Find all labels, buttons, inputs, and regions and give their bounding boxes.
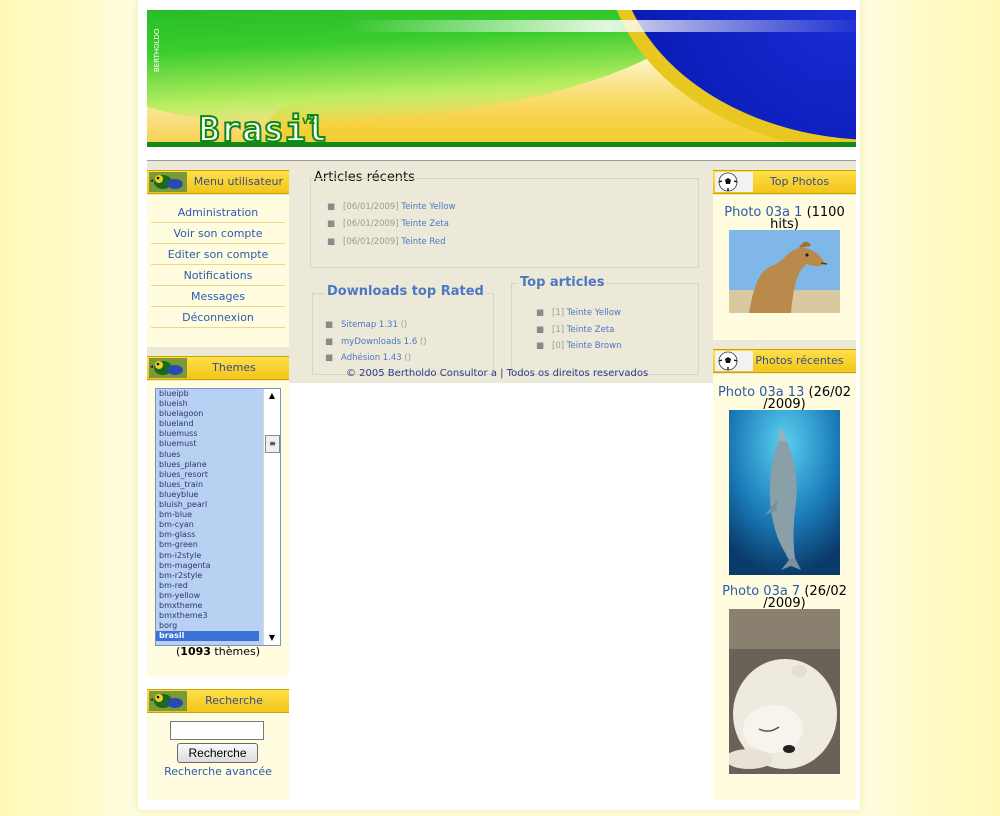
themes-select[interactable]: blueipb blueish bluelagoon blueland bluemuss… (155, 388, 281, 646)
list-item: ■ [0] Teinte Brown (536, 341, 622, 351)
themes-scrollbar[interactable]: ▲ ≡ ▼ (263, 389, 280, 645)
theme-option[interactable]: blues_train (156, 480, 259, 490)
search-button[interactable]: Recherche (177, 743, 258, 763)
menu-item-administration[interactable]: Administration (151, 203, 285, 223)
polar-bear-photo[interactable] (725, 609, 840, 774)
photo-caption: Photo 03a 1 (1100 hits) (724, 205, 845, 232)
advanced-search-link[interactable]: Recherche avancée (147, 765, 289, 778)
scroll-down-icon[interactable]: ▼ (264, 631, 280, 645)
themes-options: blueipb blueish bluelagoon blueland bluemuss… (156, 389, 280, 642)
theme-option[interactable]: bluelagoon (156, 409, 259, 419)
theme-option[interactable]: bmxtheme (156, 601, 259, 611)
parrot-icon (149, 358, 187, 378)
article-link[interactable]: Teinte Zeta (567, 325, 615, 335)
themes-title: Themes (212, 361, 256, 374)
list-item: ■ Adhésion 1.43 () (325, 353, 412, 363)
theme-option[interactable]: bm-green (156, 540, 259, 550)
theme-option[interactable]: bluish_pearl (156, 500, 259, 510)
list-item: ■ [06/01/2009] Teinte Red (327, 237, 446, 247)
parrot-icon (149, 691, 187, 711)
list-item: ■ [06/01/2009] Teinte Yellow (327, 202, 456, 212)
recent-photos-title: Photos récentes (755, 354, 844, 367)
article-link[interactable]: Teinte Red (401, 237, 445, 247)
dolphin-photo[interactable] (729, 410, 840, 575)
list-item: ■ Sitemap 1.31 () (325, 320, 408, 330)
download-link[interactable]: myDownloads 1.6 (341, 337, 417, 347)
parrot-icon (149, 172, 187, 192)
photo-caption: Photo 03a 13 (26/02/2009) (717, 385, 852, 412)
theme-option[interactable]: blues_plane (156, 460, 259, 470)
user-menu-title: Menu utilisateur (193, 175, 283, 188)
menu-item-editer-compte[interactable]: Editer son compte (151, 245, 285, 265)
article-link[interactable]: Teinte Yellow (401, 202, 455, 212)
theme-option[interactable]: bm-i2style (156, 551, 259, 561)
scroll-thumb[interactable]: ≡ (265, 435, 280, 453)
theme-option[interactable]: bluemust (156, 439, 259, 449)
football-icon (715, 351, 753, 371)
scroll-up-icon[interactable]: ▲ (264, 389, 280, 403)
site-version: v2 (302, 113, 316, 127)
footer-copyright: © 2005 Bertholdo Consultor a | Todos os … (346, 368, 649, 379)
top-photos-title: Top Photos (769, 175, 830, 188)
header-banner: BERTHOLDO Brasil v2 (147, 10, 856, 147)
theme-option[interactable]: blues (156, 450, 259, 460)
search-input[interactable] (170, 721, 264, 740)
download-link[interactable]: Adhésion 1.43 (341, 353, 402, 363)
dolphin-image (729, 410, 840, 575)
theme-option[interactable]: bm-cyan (156, 520, 259, 530)
theme-option[interactable]: bluemuss (156, 429, 259, 439)
theme-option[interactable]: bmxtheme3 (156, 611, 259, 621)
vertical-brand-logo: BERTHOLDO (153, 28, 161, 72)
article-link[interactable]: Teinte Brown (567, 341, 622, 351)
theme-option[interactable]: bm-yellow (156, 591, 259, 601)
top-photos-header: Top Photos (713, 170, 856, 194)
theme-option[interactable]: bm-glass (156, 530, 259, 540)
camel-photo[interactable] (729, 230, 840, 313)
theme-option[interactable]: brasil (156, 631, 259, 642)
user-menu-header: Menu utilisateur (147, 170, 289, 194)
photo-caption: Photo 03a 7 (26/02/2009) (722, 584, 847, 611)
theme-option[interactable]: bm-r2style (156, 571, 259, 581)
menu-item-deconnexion[interactable]: Déconnexion (151, 308, 285, 328)
theme-option[interactable]: blueyblue (156, 490, 259, 500)
theme-option[interactable]: borg (156, 621, 259, 631)
theme-option[interactable]: bm-magenta (156, 561, 259, 571)
list-item: ■ myDownloads 1.6 () (325, 337, 427, 347)
menu-item-voir-compte[interactable]: Voir son compte (151, 224, 285, 244)
article-link[interactable]: Teinte Yellow (567, 308, 621, 318)
downloads-title: Downloads top Rated (325, 284, 486, 299)
list-item: ■ [1] Teinte Zeta (536, 325, 615, 335)
theme-option[interactable]: blueipb (156, 389, 259, 399)
theme-option[interactable]: blueish (156, 399, 259, 409)
menu-item-notifications[interactable]: Notifications (151, 266, 285, 286)
menu-item-messages[interactable]: Messages (151, 287, 285, 307)
theme-option[interactable]: blues_resort (156, 470, 259, 480)
football-icon (715, 172, 753, 192)
camel-image (729, 230, 840, 313)
list-item: ■ [06/01/2009] Teinte Zeta (327, 219, 449, 229)
user-menu: Administration Voir son compte Editer so… (147, 195, 289, 347)
themes-count: (1093 thèmes) (176, 645, 260, 658)
download-link[interactable]: Sitemap 1.31 (341, 320, 398, 330)
list-item: ■ [1] Teinte Yellow (536, 308, 621, 318)
theme-option[interactable]: bm-red (156, 581, 259, 591)
recent-photos-header: Photos récentes (713, 349, 856, 373)
search-title: Recherche (205, 694, 263, 707)
theme-option[interactable]: bm-blue (156, 510, 259, 520)
themes-header: Themes (147, 356, 289, 380)
top-articles-title: Top articles (518, 275, 607, 290)
article-link[interactable]: Teinte Zeta (401, 219, 449, 229)
theme-option[interactable]: blueland (156, 419, 259, 429)
polar-bear-image (725, 609, 840, 774)
search-header: Recherche (147, 689, 289, 713)
